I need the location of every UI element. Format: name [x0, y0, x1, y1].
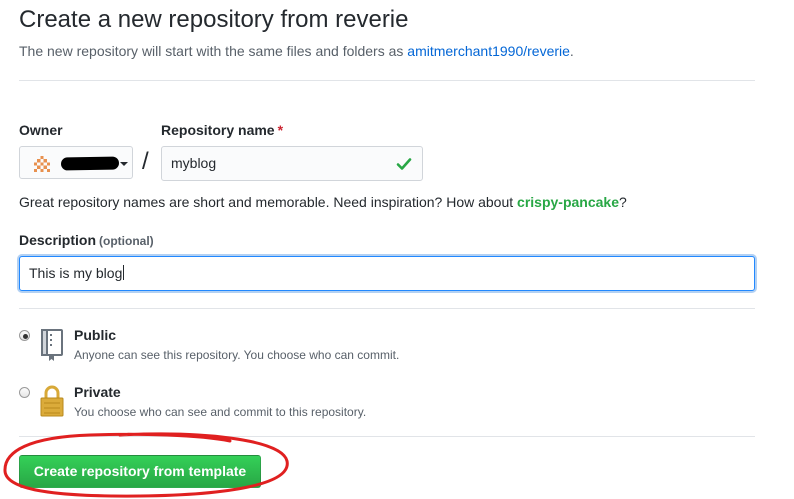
optional-note: (optional)	[99, 234, 154, 248]
private-description: You choose who can see and commit to thi…	[74, 405, 367, 419]
public-description: Anyone can see this repository. You choo…	[74, 348, 400, 362]
name-hint: Great repository names are short and mem…	[19, 194, 627, 210]
divider	[19, 436, 755, 437]
hint-end: ?	[619, 194, 627, 210]
text-cursor	[123, 265, 125, 280]
private-radio[interactable]	[19, 387, 30, 398]
repo-name-value: myblog	[171, 155, 217, 171]
create-repository-button[interactable]: Create repository from template	[19, 455, 261, 488]
repo-name-label: Repository name *	[161, 122, 283, 138]
private-label: Private	[74, 384, 121, 400]
required-mark: *	[277, 122, 284, 138]
description-label-text: Description	[19, 232, 97, 248]
page-title: Create a new repository from reverie	[19, 6, 409, 33]
repo-icon	[41, 329, 63, 361]
caret-down-icon	[120, 162, 128, 166]
owner-repo-separator: /	[142, 148, 149, 175]
divider	[19, 308, 755, 309]
subtitle-text: The new repository will start with the s…	[19, 43, 404, 59]
redacted-owner-name	[60, 156, 120, 171]
public-label: Public	[74, 327, 117, 343]
owner-label: Owner	[19, 122, 63, 138]
repo-name-label-text: Repository name	[161, 122, 275, 138]
hint-text: Great repository names are short and mem…	[19, 194, 514, 210]
description-label: Description (optional)	[19, 232, 154, 248]
subtitle-suffix: .	[569, 43, 574, 59]
identicon-avatar-icon	[34, 156, 50, 172]
divider	[19, 80, 755, 81]
page-subtitle: The new repository will start with the s…	[19, 43, 574, 59]
name-suggestion[interactable]: crispy-pancake	[517, 194, 619, 210]
description-input[interactable]: This is my blog	[19, 256, 755, 291]
description-value: This is my blog	[29, 265, 125, 281]
description-text: This is my blog	[29, 265, 123, 281]
repo-name-input[interactable]: myblog	[161, 146, 423, 181]
check-icon	[396, 158, 412, 170]
owner-select[interactable]	[19, 146, 133, 179]
template-repo-link[interactable]: amitmerchant1990/reverie	[407, 43, 570, 59]
lock-icon	[40, 385, 64, 417]
public-radio[interactable]	[19, 330, 30, 341]
